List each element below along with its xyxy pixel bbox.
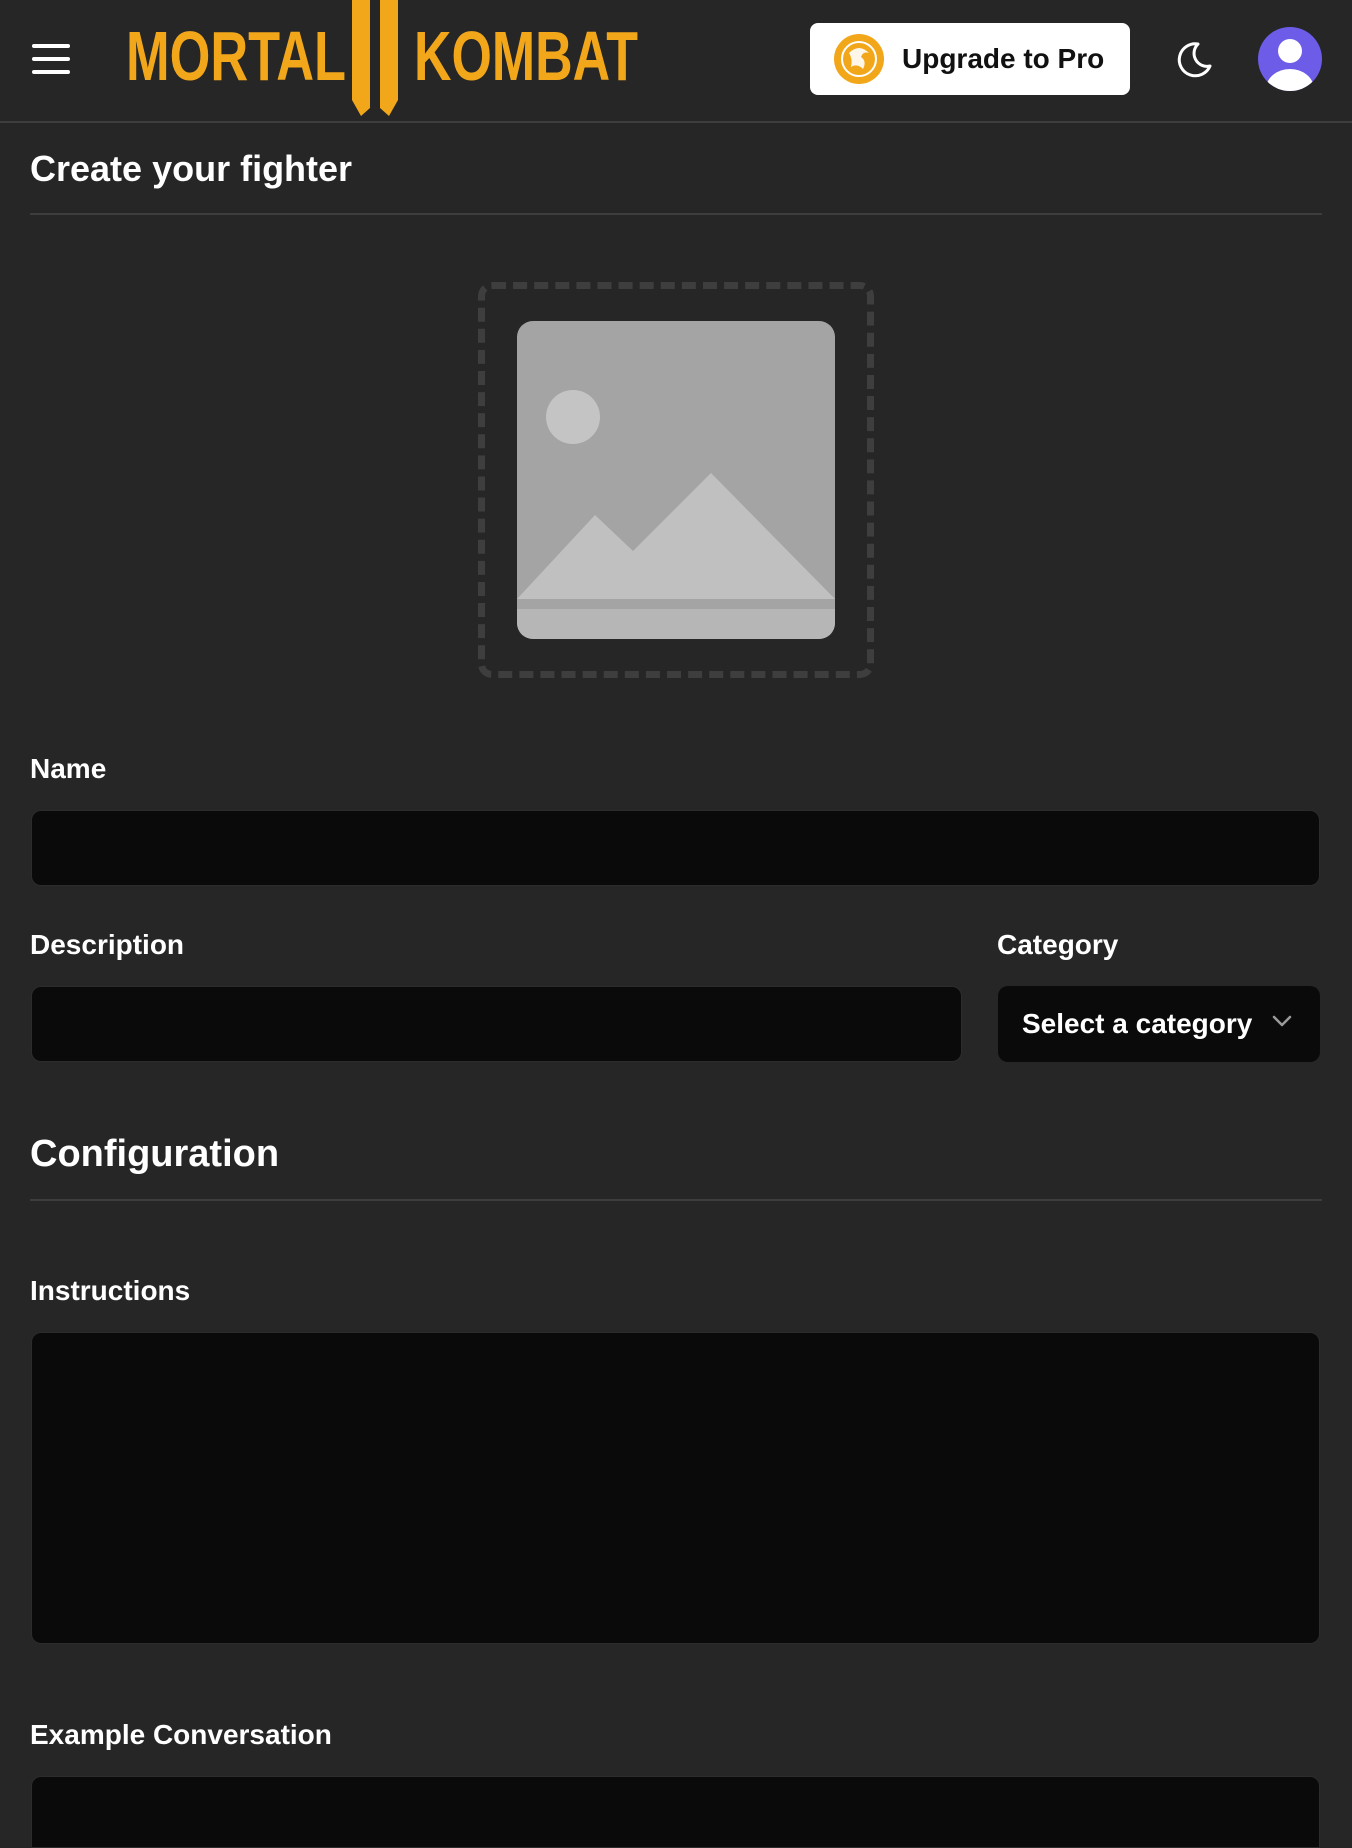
title-divider [30,213,1322,215]
configuration-divider [30,1199,1322,1201]
example-conversation-textarea[interactable] [31,1776,1320,1848]
logo-numeral-stroke [380,0,398,116]
upgrade-to-pro-button[interactable]: Upgrade to Pro [810,23,1130,95]
configuration-heading: Configuration [30,1133,280,1175]
image-placeholder-icon [517,321,835,639]
logo-word-kombat: KOMBAT [414,17,638,95]
logo-numeral-stroke [352,0,370,116]
description-label: Description [30,929,185,960]
category-label: Category [997,929,1119,960]
name-input[interactable] [31,810,1320,886]
menu-bar [32,57,70,61]
dark-mode-moon-icon[interactable] [1172,38,1216,82]
hamburger-menu-icon[interactable] [30,40,78,78]
mortal-kombat-11-logo[interactable]: MORTAL KOMBAT [126,0,646,120]
menu-bar [32,70,70,74]
user-avatar[interactable] [1258,27,1322,91]
logo-graphic: MORTAL KOMBAT [126,0,638,116]
category-selected-value: Select a category [1022,1008,1253,1039]
menu-bar [32,44,70,48]
category-select[interactable]: Select a category [998,986,1320,1062]
chevron-down-icon [1272,1015,1292,1027]
logo-word-mortal: MORTAL [126,17,346,95]
description-input[interactable] [31,986,962,1062]
page-title: Create your fighter [30,148,353,189]
top-header: MORTAL KOMBAT Upgrade to Pro [0,0,1352,123]
upgrade-button-label: Upgrade to Pro [902,43,1105,74]
avatar-upload-dropzone[interactable] [478,282,874,678]
instructions-textarea[interactable] [31,1332,1320,1644]
instructions-label: Instructions [30,1275,191,1306]
dragon-medallion-icon [834,34,884,84]
name-label: Name [30,753,107,784]
example-conversation-label: Example Conversation [30,1719,332,1750]
user-silhouette-icon [1266,39,1314,91]
